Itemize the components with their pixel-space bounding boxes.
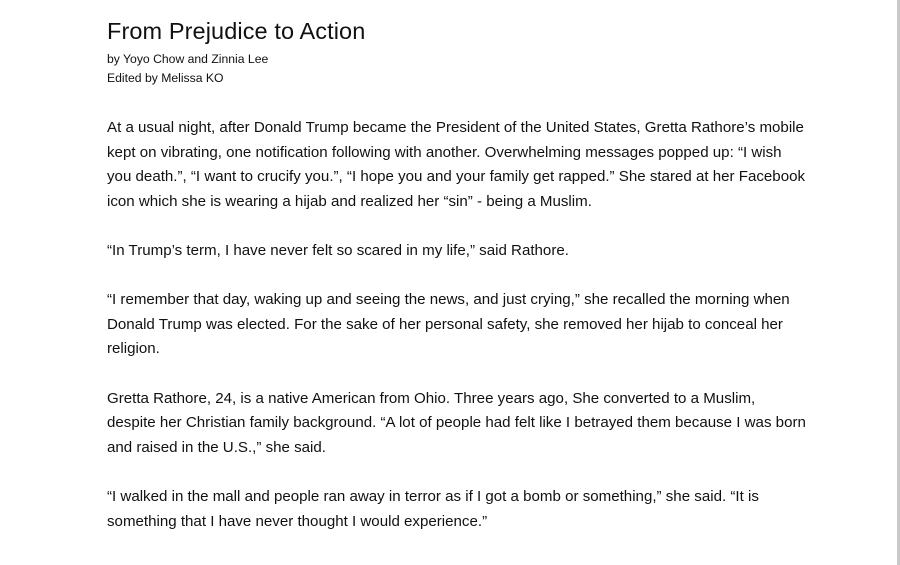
article-paragraph: At a usual night, after Donald Trump bec… [107, 119, 806, 210]
article-title: From Prejudice to Action [107, 18, 366, 44]
document-page: From Prejudice to Action by Yoyo Chow an… [0, 0, 900, 565]
article-paragraph: “I walked in the mall and people ran awa… [107, 487, 759, 530]
article: From Prejudice to Action by Yoyo Chow an… [107, 16, 807, 559]
article-paragraph: “I remember that day, waking up and seei… [107, 291, 790, 358]
article-paragraph: “In Trump’s term, I have never felt so s… [107, 241, 569, 259]
article-editor: Edited by Melissa KO [107, 71, 224, 85]
article-body: At a usual night, after Donald Trump bec… [107, 116, 807, 534]
article-byline: by Yoyo Chow and Zinnia Lee [107, 52, 269, 66]
article-paragraph: Gretta Rathore, 24, is a native American… [107, 389, 806, 456]
